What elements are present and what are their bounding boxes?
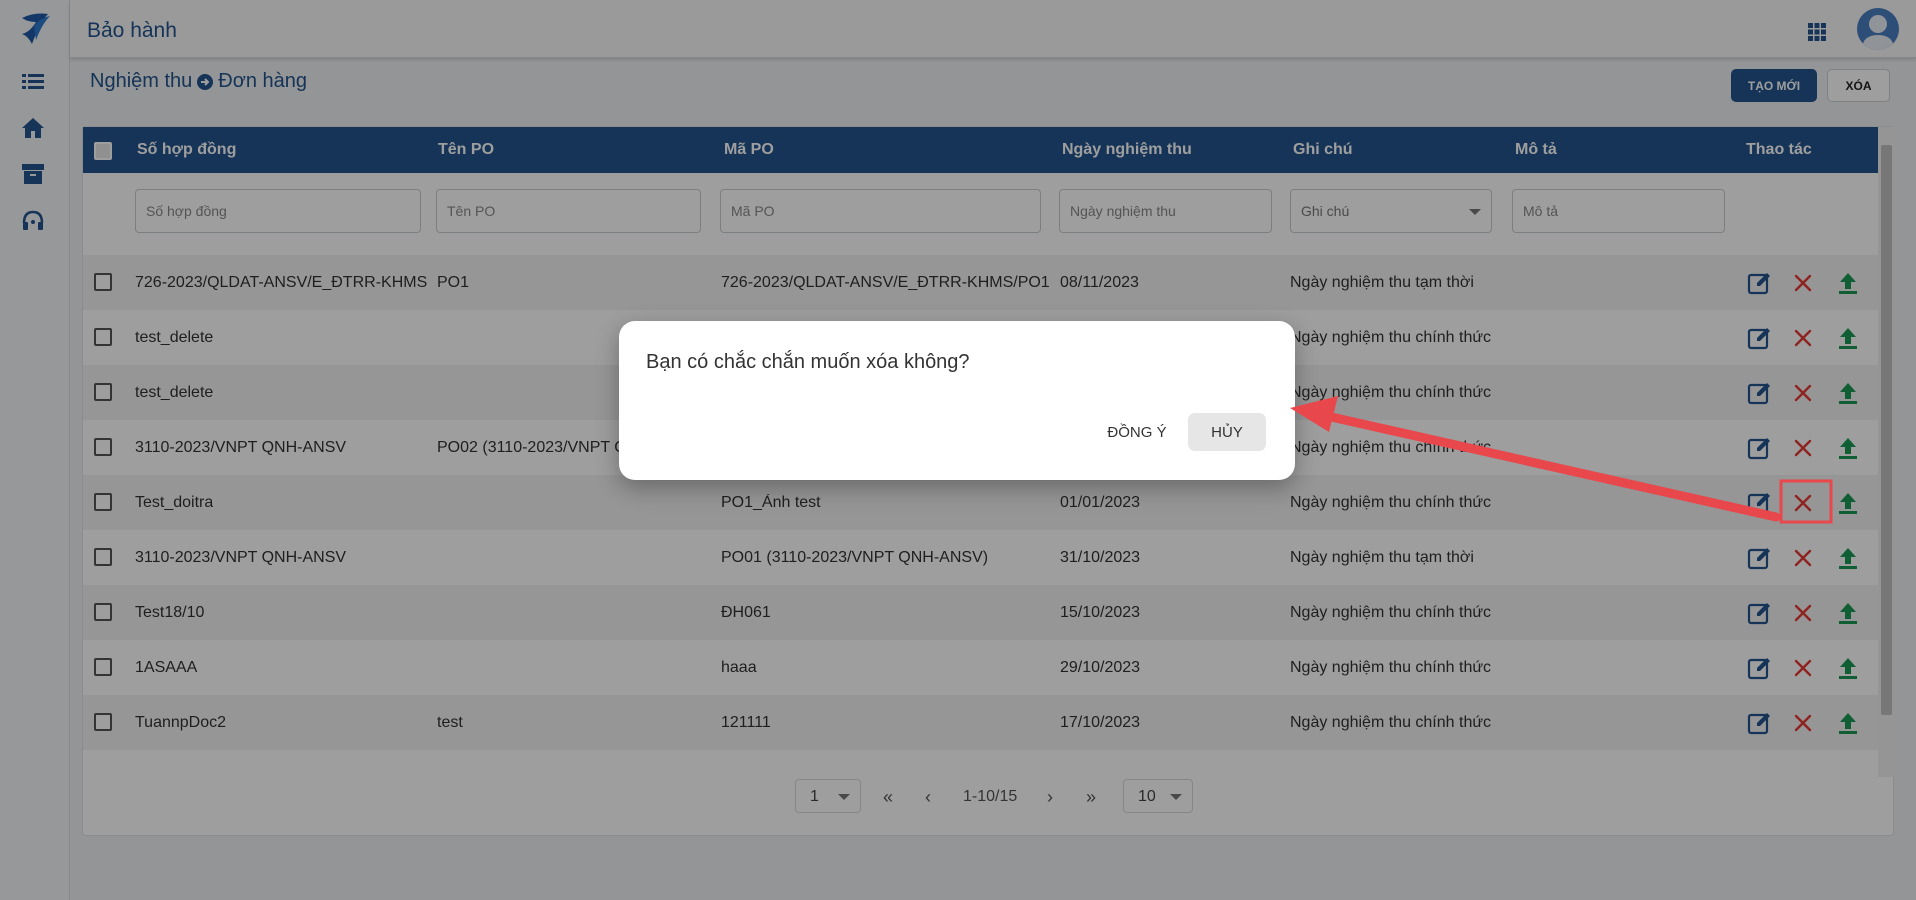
dialog-message: Bạn có chắc chắn muốn xóa không?: [646, 351, 970, 373]
cancel-button[interactable]: HỦY: [1188, 413, 1266, 451]
confirm-button[interactable]: ĐỒNG Ý: [1097, 413, 1177, 451]
confirm-delete-dialog: Bạn có chắc chắn muốn xóa không? ĐỒNG Ý …: [619, 321, 1295, 480]
